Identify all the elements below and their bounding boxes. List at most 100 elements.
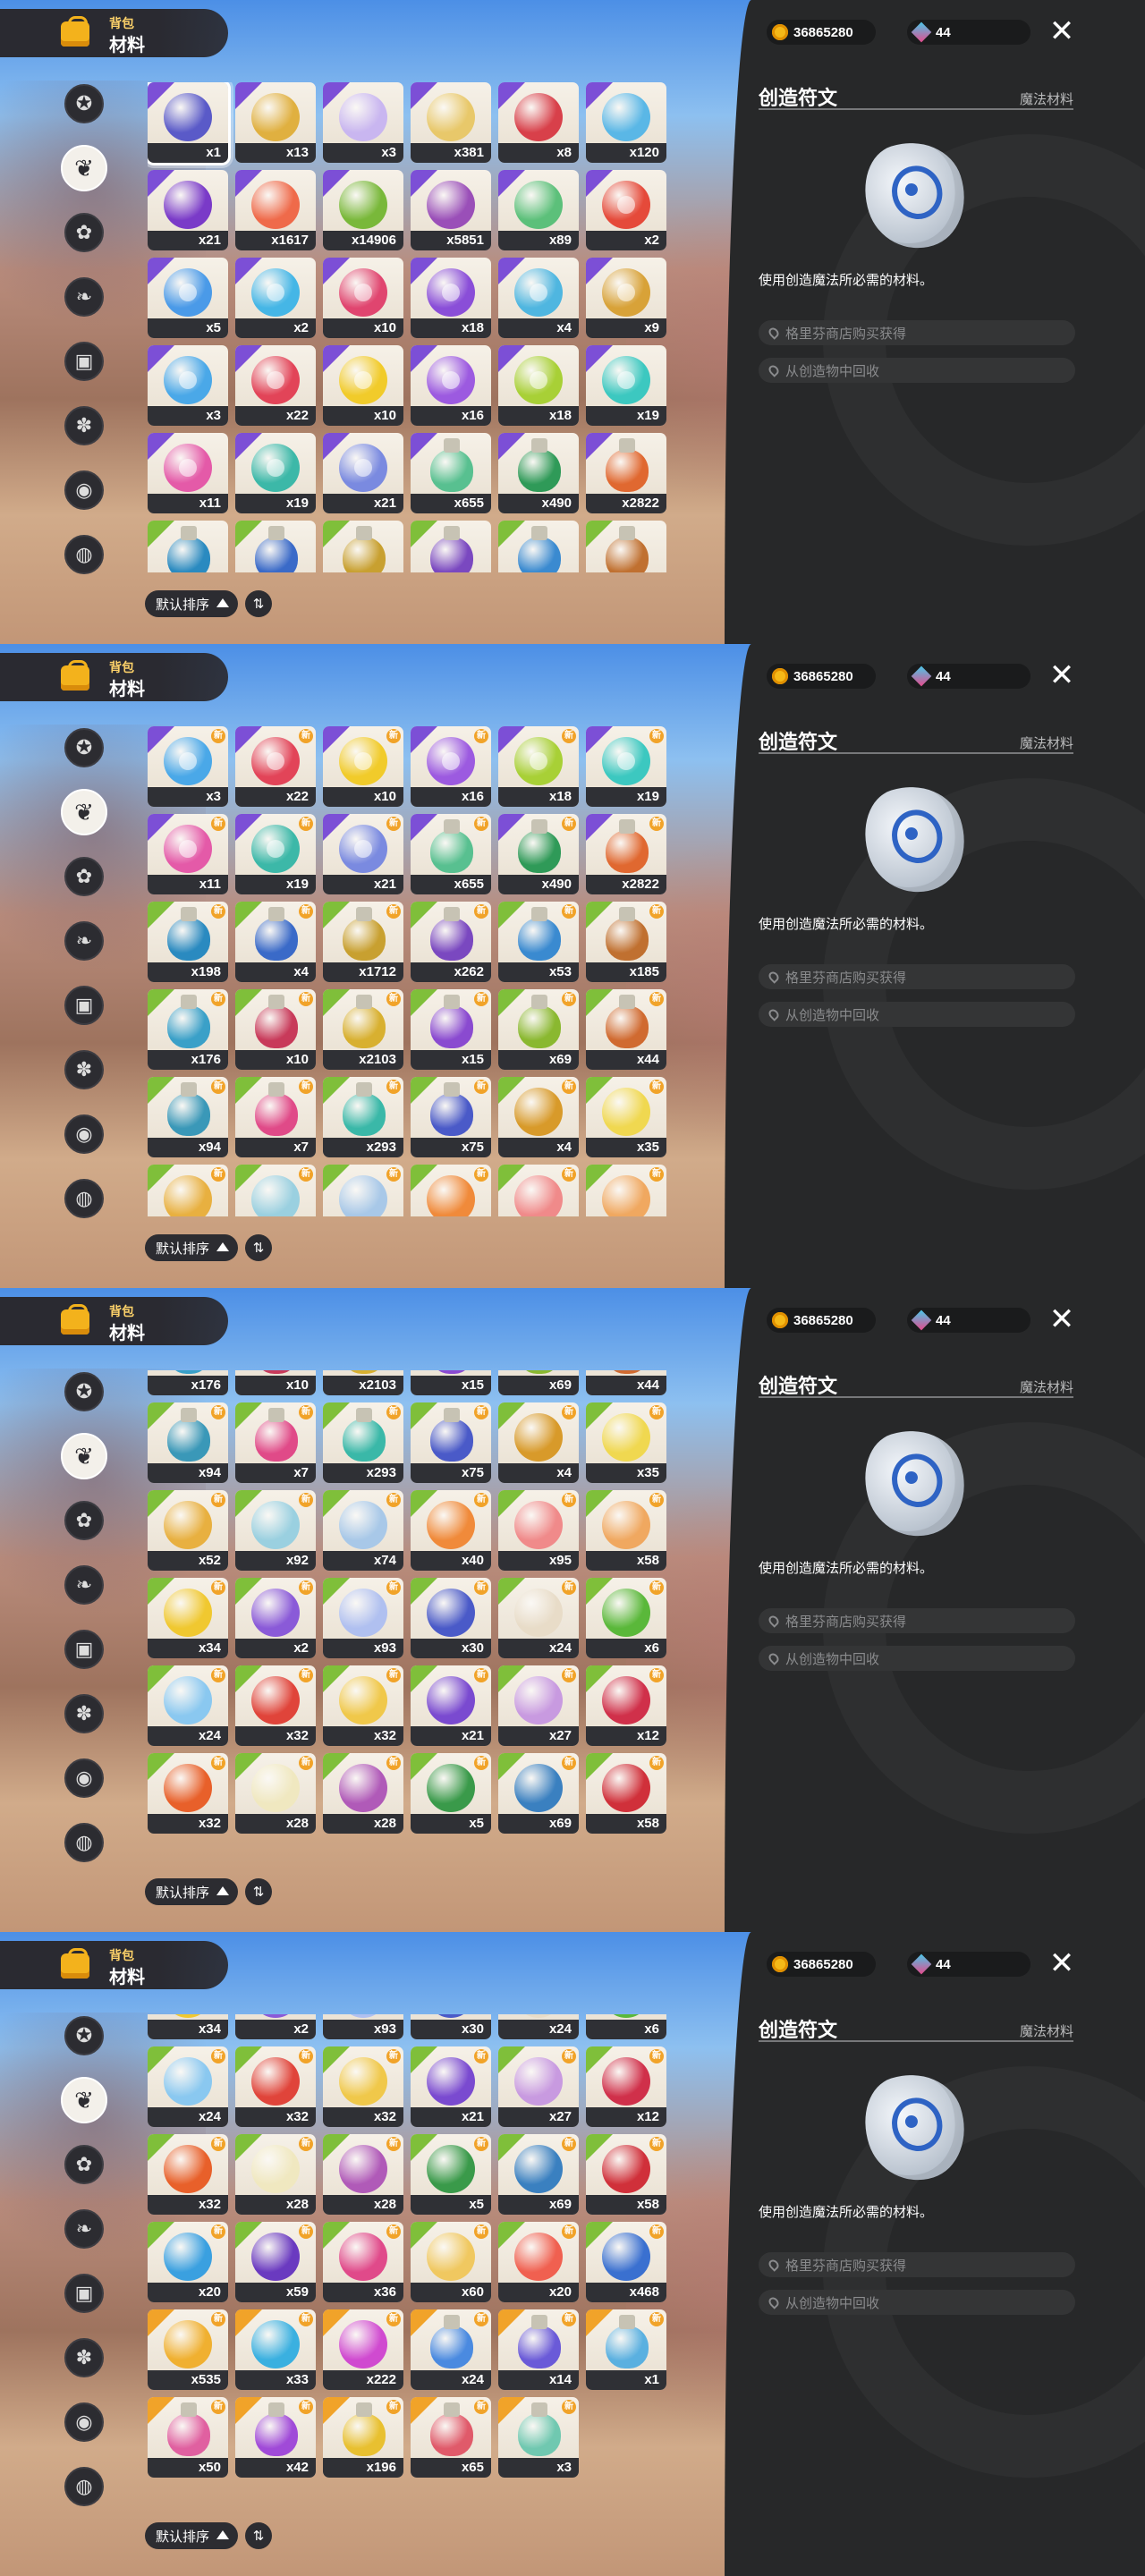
item-slot[interactable]: 新x34 — [148, 2014, 228, 2039]
item-slot[interactable]: 新 x7 — [235, 1077, 316, 1157]
category-tab[interactable]: ◍ — [64, 2467, 104, 2506]
item-slot[interactable]: 新 x35 — [586, 1402, 666, 1483]
close-button[interactable]: ✕ — [1047, 1304, 1077, 1335]
category-tab[interactable]: ✿ — [64, 213, 104, 252]
item-slot[interactable]: 新 x16 — [411, 726, 491, 807]
item-slot[interactable]: x14906 — [323, 170, 403, 250]
item-slot[interactable]: 新 x535 — [148, 2309, 228, 2390]
item-slot[interactable]: 新x6 — [586, 2014, 666, 2039]
item-slot[interactable]: 新 x69 — [498, 989, 579, 1070]
item-slot[interactable]: 新 x18 — [498, 726, 579, 807]
sort-order-toggle[interactable]: ⇅ — [245, 1234, 273, 1261]
category-tab[interactable]: ◉ — [64, 1758, 104, 1798]
category-tab[interactable]: ◉ — [64, 470, 104, 510]
category-tab[interactable]: ◍ — [64, 1179, 104, 1218]
item-slot[interactable]: x44 — [586, 1370, 666, 1395]
item-slot[interactable]: 新x24 — [498, 2014, 579, 2039]
item-slot[interactable]: 新 x69 — [498, 2134, 579, 2215]
item-slot[interactable]: 新 x32 — [323, 1665, 403, 1746]
item-slot[interactable]: 新 — [148, 1165, 228, 1216]
item-slot[interactable]: 新 x19 — [586, 726, 666, 807]
item-slot[interactable]: 新 x293 — [323, 1402, 403, 1483]
category-tab[interactable]: ❧ — [64, 277, 104, 317]
item-slot[interactable]: x15 — [411, 1370, 491, 1395]
item-slot[interactable]: 新 x4 — [498, 1402, 579, 1483]
item-slot[interactable]: 新 x468 — [586, 2222, 666, 2302]
item-grid[interactable]: 新 x3 新 x22 新 x10 新 x16 新 x18 新 x19 新 x11 新 x19 新 x21 新 x655… — [148, 726, 675, 1216]
item-slot[interactable]: x2103 — [323, 1370, 403, 1395]
category-tab[interactable]: ❧ — [64, 921, 104, 961]
item-slot[interactable]: 新x2 — [235, 2014, 316, 2039]
item-slot[interactable]: 新 x93 — [323, 1578, 403, 1658]
item-slot[interactable]: 新 x15 — [411, 989, 491, 1070]
item-slot[interactable]: x21 — [148, 170, 228, 250]
item-slot[interactable]: 新 x655 — [411, 814, 491, 894]
item-slot[interactable]: 新 x58 — [586, 1490, 666, 1571]
item-slot[interactable]: 新 x14 — [498, 2309, 579, 2390]
item-slot[interactable]: 新 x21 — [411, 2046, 491, 2127]
item-slot[interactable]: 新 x21 — [323, 814, 403, 894]
item-slot[interactable]: 新 x5 — [411, 1753, 491, 1834]
item-slot[interactable]: 新 x11 — [148, 814, 228, 894]
category-tab[interactable]: ❦ — [61, 789, 107, 835]
item-slot[interactable]: 新 x12 — [586, 2046, 666, 2127]
item-slot[interactable] — [148, 521, 228, 572]
item-slot[interactable]: 新 x65 — [411, 2397, 491, 2478]
item-slot[interactable]: 新x2 — [235, 1578, 316, 1658]
item-slot[interactable]: 新 x196 — [323, 2397, 403, 2478]
category-tab[interactable]: ✽ — [64, 406, 104, 445]
item-slot[interactable]: 新 x28 — [235, 2134, 316, 2215]
close-button[interactable]: ✕ — [1047, 1948, 1077, 1979]
item-slot[interactable]: x19 — [235, 433, 316, 513]
category-tab[interactable]: ✪ — [64, 84, 104, 123]
item-slot[interactable]: 新 x58 — [586, 1753, 666, 1834]
item-slot[interactable]: 新 x42 — [235, 2397, 316, 2478]
item-slot[interactable] — [586, 521, 666, 572]
item-slot[interactable]: x381 — [411, 82, 491, 163]
item-grid[interactable]: 新x34新x2新x93新x30新x24新x6新x24新x32新x32新x21新x… — [148, 2014, 675, 2504]
category-tab[interactable]: ▣ — [64, 2274, 104, 2313]
item-slot[interactable]: 新 x27 — [498, 2046, 579, 2127]
item-slot[interactable]: x16 — [411, 345, 491, 426]
item-slot[interactable]: x18 — [498, 345, 579, 426]
item-slot[interactable]: 新 x7 — [235, 1402, 316, 1483]
item-slot[interactable]: 新 x94 — [148, 1077, 228, 1157]
sort-order-toggle[interactable]: ⇅ — [245, 1878, 273, 1905]
sort-button[interactable]: 默认排序 — [145, 1878, 239, 1905]
item-slot[interactable]: x5 — [148, 258, 228, 338]
item-slot[interactable]: x5851 — [411, 170, 491, 250]
category-tab[interactable]: ❦ — [61, 1433, 107, 1479]
item-slot[interactable]: 新 x35 — [586, 1077, 666, 1157]
item-slot[interactable]: 新 x293 — [323, 1077, 403, 1157]
item-slot[interactable]: 新 x20 — [498, 2222, 579, 2302]
item-slot[interactable]: 新 x36 — [323, 2222, 403, 2302]
item-slot[interactable]: 新 — [498, 1165, 579, 1216]
item-slot[interactable]: 新x24 — [411, 2309, 491, 2390]
item-slot[interactable]: x3 — [148, 345, 228, 426]
item-slot[interactable]: x13 — [235, 82, 316, 163]
item-slot[interactable]: x2822 — [586, 433, 666, 513]
item-slot[interactable]: 新 x32 — [148, 1753, 228, 1834]
item-slot[interactable]: 新 x32 — [323, 2046, 403, 2127]
item-grid[interactable]: x1 x13 x3 x381 x8 x120 x21 x1617 x14906 x5851 x89 x… — [148, 82, 675, 572]
item-slot[interactable]: 新 x28 — [323, 1753, 403, 1834]
item-slot[interactable]: 新 x1712 — [323, 902, 403, 982]
category-tab[interactable]: ✽ — [64, 1694, 104, 1733]
item-slot[interactable]: x19 — [586, 345, 666, 426]
item-slot[interactable]: x22 — [235, 345, 316, 426]
item-slot[interactable]: x1617 — [235, 170, 316, 250]
category-tab[interactable]: ✿ — [64, 2145, 104, 2184]
item-slot[interactable]: 新 x52 — [148, 1490, 228, 1571]
category-tab[interactable]: ✽ — [64, 1050, 104, 1089]
item-slot[interactable]: x490 — [498, 433, 579, 513]
sort-button[interactable]: 默认排序 — [145, 1234, 239, 1261]
item-slot[interactable]: 新 x222 — [323, 2309, 403, 2390]
item-slot[interactable]: 新 x74 — [323, 1490, 403, 1571]
item-slot[interactable]: x18 — [411, 258, 491, 338]
item-slot[interactable]: x2 — [235, 258, 316, 338]
sort-order-toggle[interactable]: ⇅ — [245, 2522, 273, 2549]
category-tab[interactable]: ◉ — [64, 2402, 104, 2442]
item-slot[interactable]: x9 — [586, 258, 666, 338]
category-tab[interactable]: ❧ — [64, 2209, 104, 2249]
item-slot[interactable]: x10 — [235, 1370, 316, 1395]
